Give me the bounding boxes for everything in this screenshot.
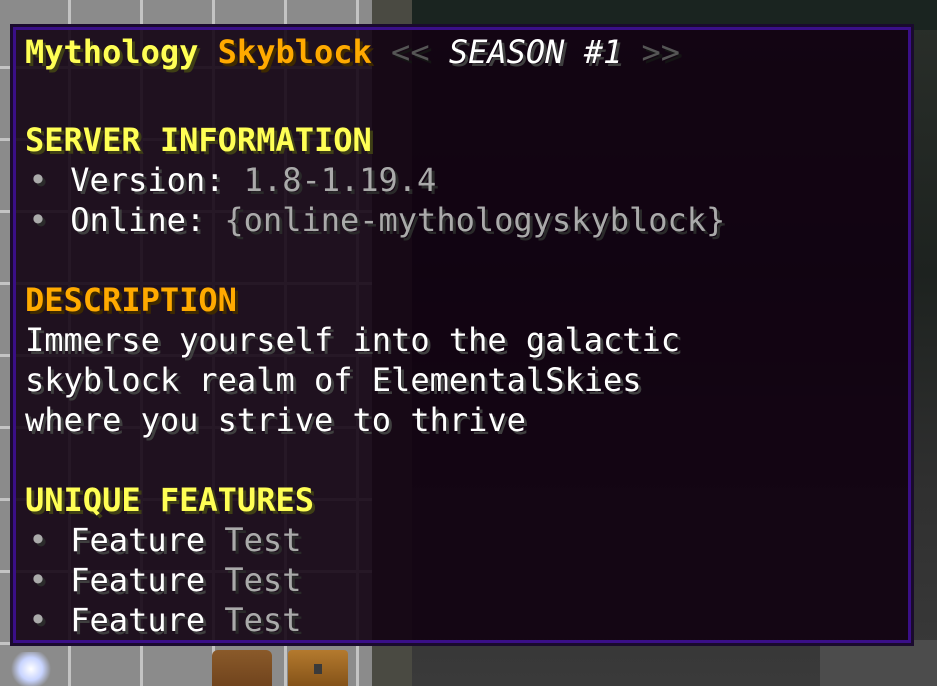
feature-word: Feature	[70, 561, 206, 599]
feature-word-test: Test	[224, 521, 302, 559]
book-icon[interactable]	[212, 650, 272, 686]
feature-item: • Feature Test	[25, 561, 301, 599]
feature-word: Feature	[70, 521, 206, 559]
item-tooltip: Mythology Skyblock << SEASON #1 >> SERVE…	[10, 24, 914, 646]
features-heading: UNIQUE FEATURES	[25, 481, 314, 519]
version-label: Version:	[70, 161, 225, 199]
nether-star-icon[interactable]	[8, 652, 54, 686]
description-line-1: Immerse yourself into the galactic	[25, 321, 681, 359]
bullet-icon: •	[28, 561, 48, 599]
chest-icon[interactable]	[288, 650, 348, 686]
online-value: {online-mythologyskyblock}	[224, 201, 726, 239]
feature-word: Feature	[70, 601, 206, 639]
bullet-icon: •	[28, 201, 48, 239]
title-word-skyblock: Skyblock	[217, 33, 372, 71]
title-season: SEASON #1	[448, 33, 623, 71]
online-label: Online:	[70, 201, 206, 239]
feature-word-test: Test	[224, 561, 302, 599]
online-line: • Online: {online-mythologyskyblock}	[25, 201, 725, 239]
description-line-3: where you strive to thrive	[25, 401, 526, 439]
bullet-icon: •	[28, 601, 48, 639]
description-heading: DESCRIPTION	[25, 281, 237, 319]
feature-item: • Feature Test	[25, 601, 301, 639]
version-value: 1.8-1.19.4	[243, 161, 437, 199]
world-block	[820, 640, 937, 686]
bullet-icon: •	[28, 521, 48, 559]
feature-word-test: Test	[224, 601, 302, 639]
feature-item: • Feature Test	[25, 521, 301, 559]
bullet-icon: •	[28, 161, 48, 199]
title-close-marks: >>	[641, 33, 681, 71]
version-line: • Version: 1.8-1.19.4	[25, 161, 436, 199]
description-line-2: skyblock realm of ElementalSkies	[25, 361, 642, 399]
title-word-mythology: Mythology	[25, 33, 199, 71]
server-info-heading: SERVER INFORMATION	[25, 121, 372, 159]
game-scene: Mythology Skyblock << SEASON #1 >> SERVE…	[0, 0, 937, 686]
tooltip-title: Mythology Skyblock << SEASON #1 >>	[25, 33, 680, 71]
title-open-marks: <<	[391, 33, 430, 71]
